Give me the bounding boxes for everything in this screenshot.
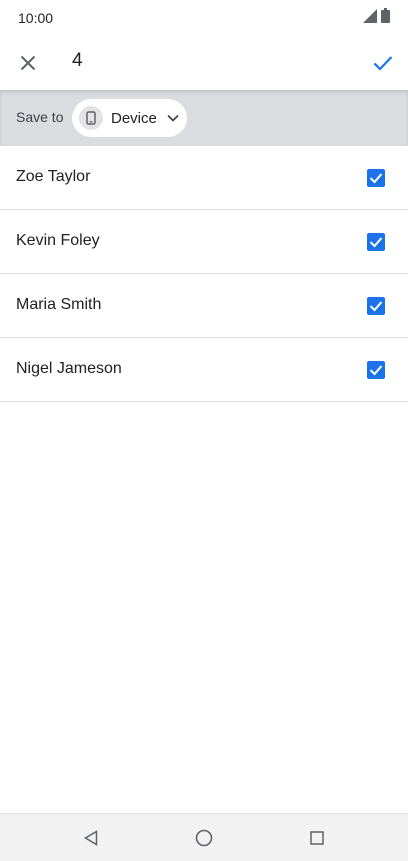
confirm-button[interactable] — [368, 48, 398, 78]
contact-name: Maria Smith — [16, 296, 102, 313]
phone-icon — [79, 106, 103, 130]
save-location-label: Device — [111, 109, 157, 127]
contact-checkbox[interactable] — [367, 297, 385, 315]
save-to-label: Save to — [16, 109, 64, 125]
contact-row[interactable]: Kevin Foley — [0, 210, 408, 274]
back-icon — [84, 830, 98, 846]
contact-row[interactable]: Zoe Taylor — [0, 146, 408, 210]
save-to-bar: Save to Device — [0, 90, 408, 146]
close-icon — [20, 55, 36, 71]
chevron-down-icon — [167, 114, 179, 122]
contact-name: Zoe Taylor — [16, 168, 91, 185]
status-icons — [363, 8, 390, 28]
contact-row[interactable]: Maria Smith — [0, 274, 408, 338]
status-bar: 10:00 — [0, 0, 408, 36]
recents-icon — [310, 831, 324, 845]
selection-toolbar: 4 — [0, 36, 408, 90]
signal-icon — [363, 8, 377, 28]
contact-checkbox[interactable] — [367, 169, 385, 187]
save-location-dropdown[interactable]: Device — [72, 99, 187, 137]
contact-checkbox[interactable] — [367, 361, 385, 379]
battery-icon — [381, 8, 390, 28]
home-icon — [195, 829, 213, 847]
recents-button[interactable] — [305, 826, 329, 850]
contact-name: Kevin Foley — [16, 232, 100, 249]
home-button[interactable] — [192, 826, 216, 850]
back-button[interactable] — [79, 826, 103, 850]
checkmark-icon — [369, 237, 383, 248]
navigation-bar — [0, 813, 408, 861]
contact-row[interactable]: Nigel Jameson — [0, 338, 408, 402]
checkmark-icon — [369, 365, 383, 376]
close-button[interactable] — [14, 49, 42, 77]
contact-checkbox[interactable] — [367, 233, 385, 251]
checkmark-icon — [369, 301, 383, 312]
checkmark-icon — [369, 173, 383, 184]
selected-count: 4 — [72, 50, 83, 71]
check-icon — [373, 56, 393, 71]
contact-list: Zoe Taylor Kevin Foley Maria Smith Nigel… — [0, 146, 408, 402]
status-time: 10:00 — [18, 10, 54, 26]
contact-name: Nigel Jameson — [16, 360, 122, 377]
